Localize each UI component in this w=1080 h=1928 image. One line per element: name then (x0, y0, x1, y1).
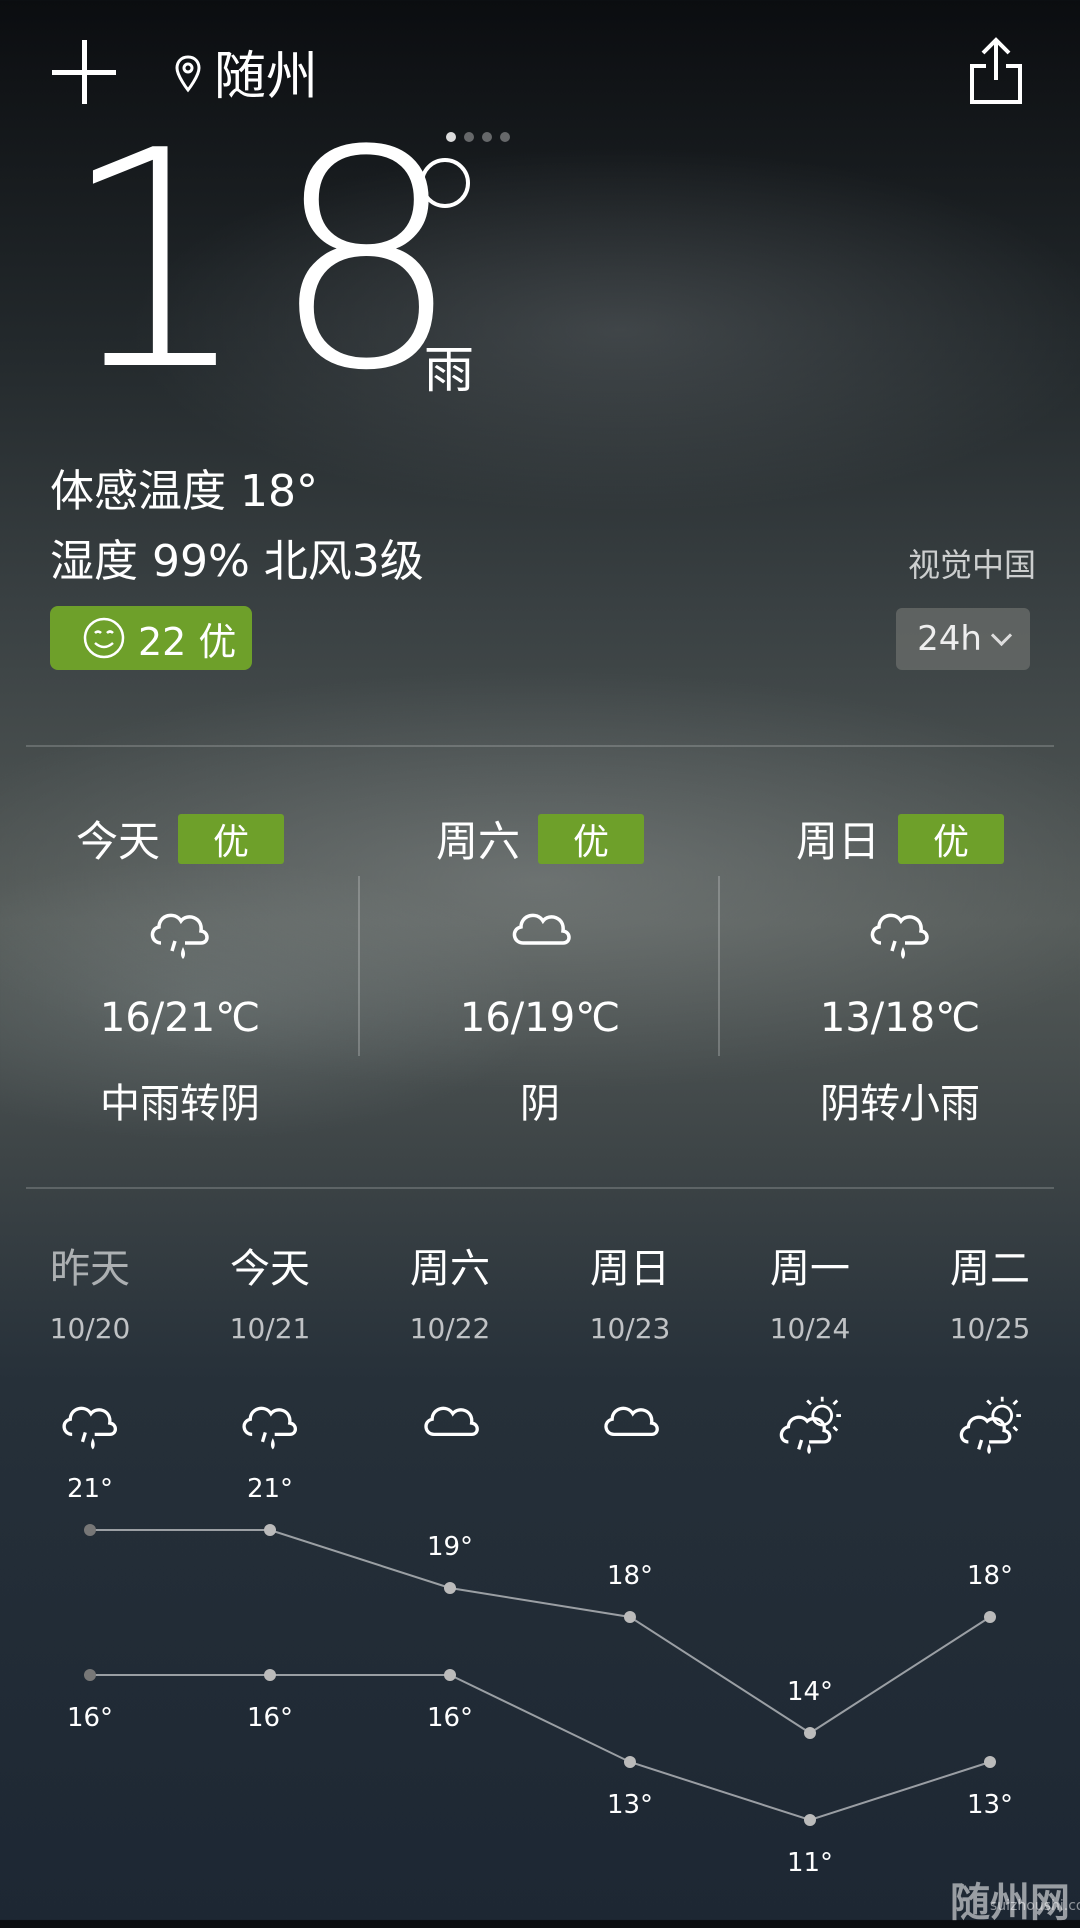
temperature-trend-chart (84, 1524, 996, 1826)
low-temp-label: 16° (66, 1703, 114, 1733)
low-temp-label: 13° (966, 1790, 1014, 1820)
high-temp-point (264, 1524, 276, 1536)
high-temp-label: 21° (246, 1474, 294, 1504)
low-temp-point (444, 1669, 456, 1681)
high-temp-point (984, 1611, 996, 1623)
high-temp-point (624, 1611, 636, 1623)
high-temp-label: 18° (966, 1561, 1014, 1591)
low-temp-label: 13° (606, 1790, 654, 1820)
watermark-url: suizhoushi.com (990, 1898, 1080, 1914)
high-temp-label: 19° (426, 1532, 474, 1562)
low-temp-line (90, 1674, 991, 1822)
low-temp-label: 16° (246, 1703, 294, 1733)
high-temp-point (84, 1524, 96, 1536)
high-temp-point (804, 1727, 816, 1739)
low-temp-point (264, 1669, 276, 1681)
low-temp-point (624, 1756, 636, 1768)
high-temp-point (444, 1582, 456, 1594)
high-temp-label: 18° (606, 1561, 654, 1591)
low-temp-label: 11° (786, 1848, 834, 1878)
high-temp-line (90, 1529, 991, 1735)
high-temp-label: 21° (66, 1474, 114, 1504)
low-temp-point (984, 1756, 996, 1768)
low-temp-label: 16° (426, 1703, 474, 1733)
low-temp-point (84, 1669, 96, 1681)
low-temp-point (804, 1814, 816, 1826)
high-temp-label: 14° (786, 1677, 834, 1707)
